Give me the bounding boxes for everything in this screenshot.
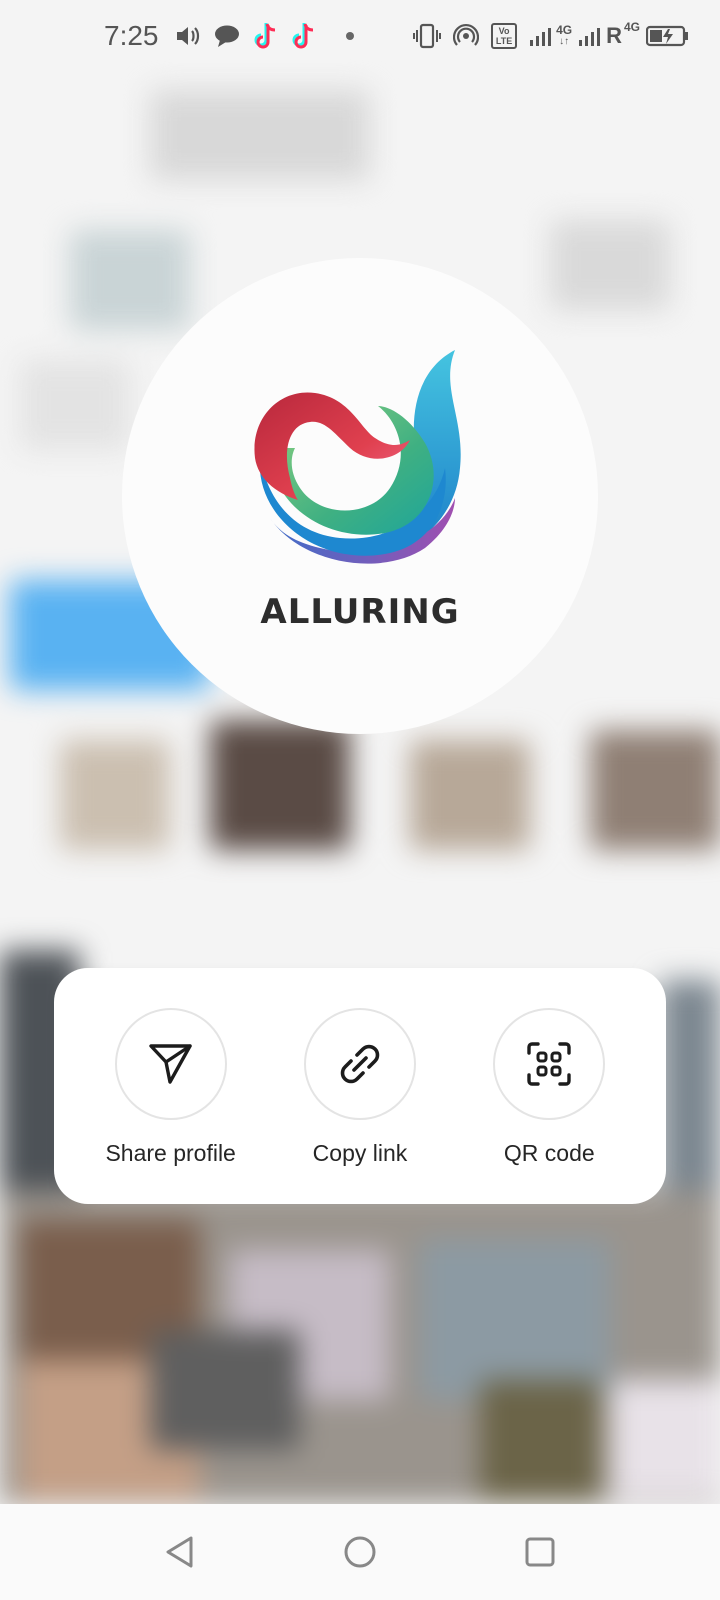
- volte-icon: Vo LTE: [491, 21, 518, 51]
- back-button[interactable]: [90, 1504, 270, 1600]
- profile-logo-card: ALLURING: [122, 258, 598, 734]
- share-actions-card: Share profile Copy link QR code: [54, 968, 666, 1204]
- signal-4g-icon: 4G ↓↑: [529, 21, 572, 51]
- qr-scan-icon: [527, 1042, 572, 1086]
- signal-roaming-icon: R 4G: [578, 21, 640, 51]
- system-navigation-bar: [0, 1504, 720, 1600]
- share-profile-circle[interactable]: [114, 1008, 227, 1120]
- copy-link-button[interactable]: Copy link: [270, 1008, 450, 1167]
- dot-icon: [345, 21, 355, 51]
- tiktok-icon: [291, 21, 317, 51]
- copy-link-circle[interactable]: [303, 1008, 416, 1120]
- qr-code-label: QR code: [503, 1140, 595, 1166]
- brand-name: ALLURING: [260, 592, 460, 632]
- recents-button[interactable]: [450, 1504, 630, 1600]
- copy-link-label: Copy link: [312, 1140, 408, 1166]
- status-bar: 7:25 Vo LTE 4G ↓↑ R 4G: [0, 0, 720, 72]
- paper-plane-icon: [148, 1044, 192, 1084]
- home-icon: [344, 1536, 376, 1568]
- share-profile-screen: 7:25 Vo LTE 4G ↓↑ R 4G ALLURING Share pr…: [0, 0, 720, 1600]
- status-time: 7:25: [104, 20, 159, 51]
- qr-code-circle[interactable]: [493, 1008, 606, 1120]
- tiktok-icon: [253, 21, 279, 51]
- alluring-logo-icon: [254, 350, 461, 564]
- recents-icon: [525, 1537, 555, 1567]
- status-indicators: Vo LTE 4G ↓↑ R 4G: [413, 21, 690, 51]
- share-profile-label: Share profile: [105, 1140, 236, 1166]
- blurred-background: [0, 0, 720, 1504]
- share-profile-button[interactable]: Share profile: [81, 1008, 261, 1167]
- back-icon: [166, 1536, 193, 1568]
- qr-code-button[interactable]: QR code: [459, 1008, 639, 1167]
- battery-charging-icon: [646, 21, 690, 51]
- volume-icon: [175, 21, 201, 51]
- vibrate-icon: [413, 21, 442, 51]
- chat-bubble-icon: [213, 21, 241, 51]
- home-button[interactable]: [270, 1504, 450, 1600]
- hotspot-icon: [453, 21, 480, 51]
- link-icon: [340, 1044, 380, 1084]
